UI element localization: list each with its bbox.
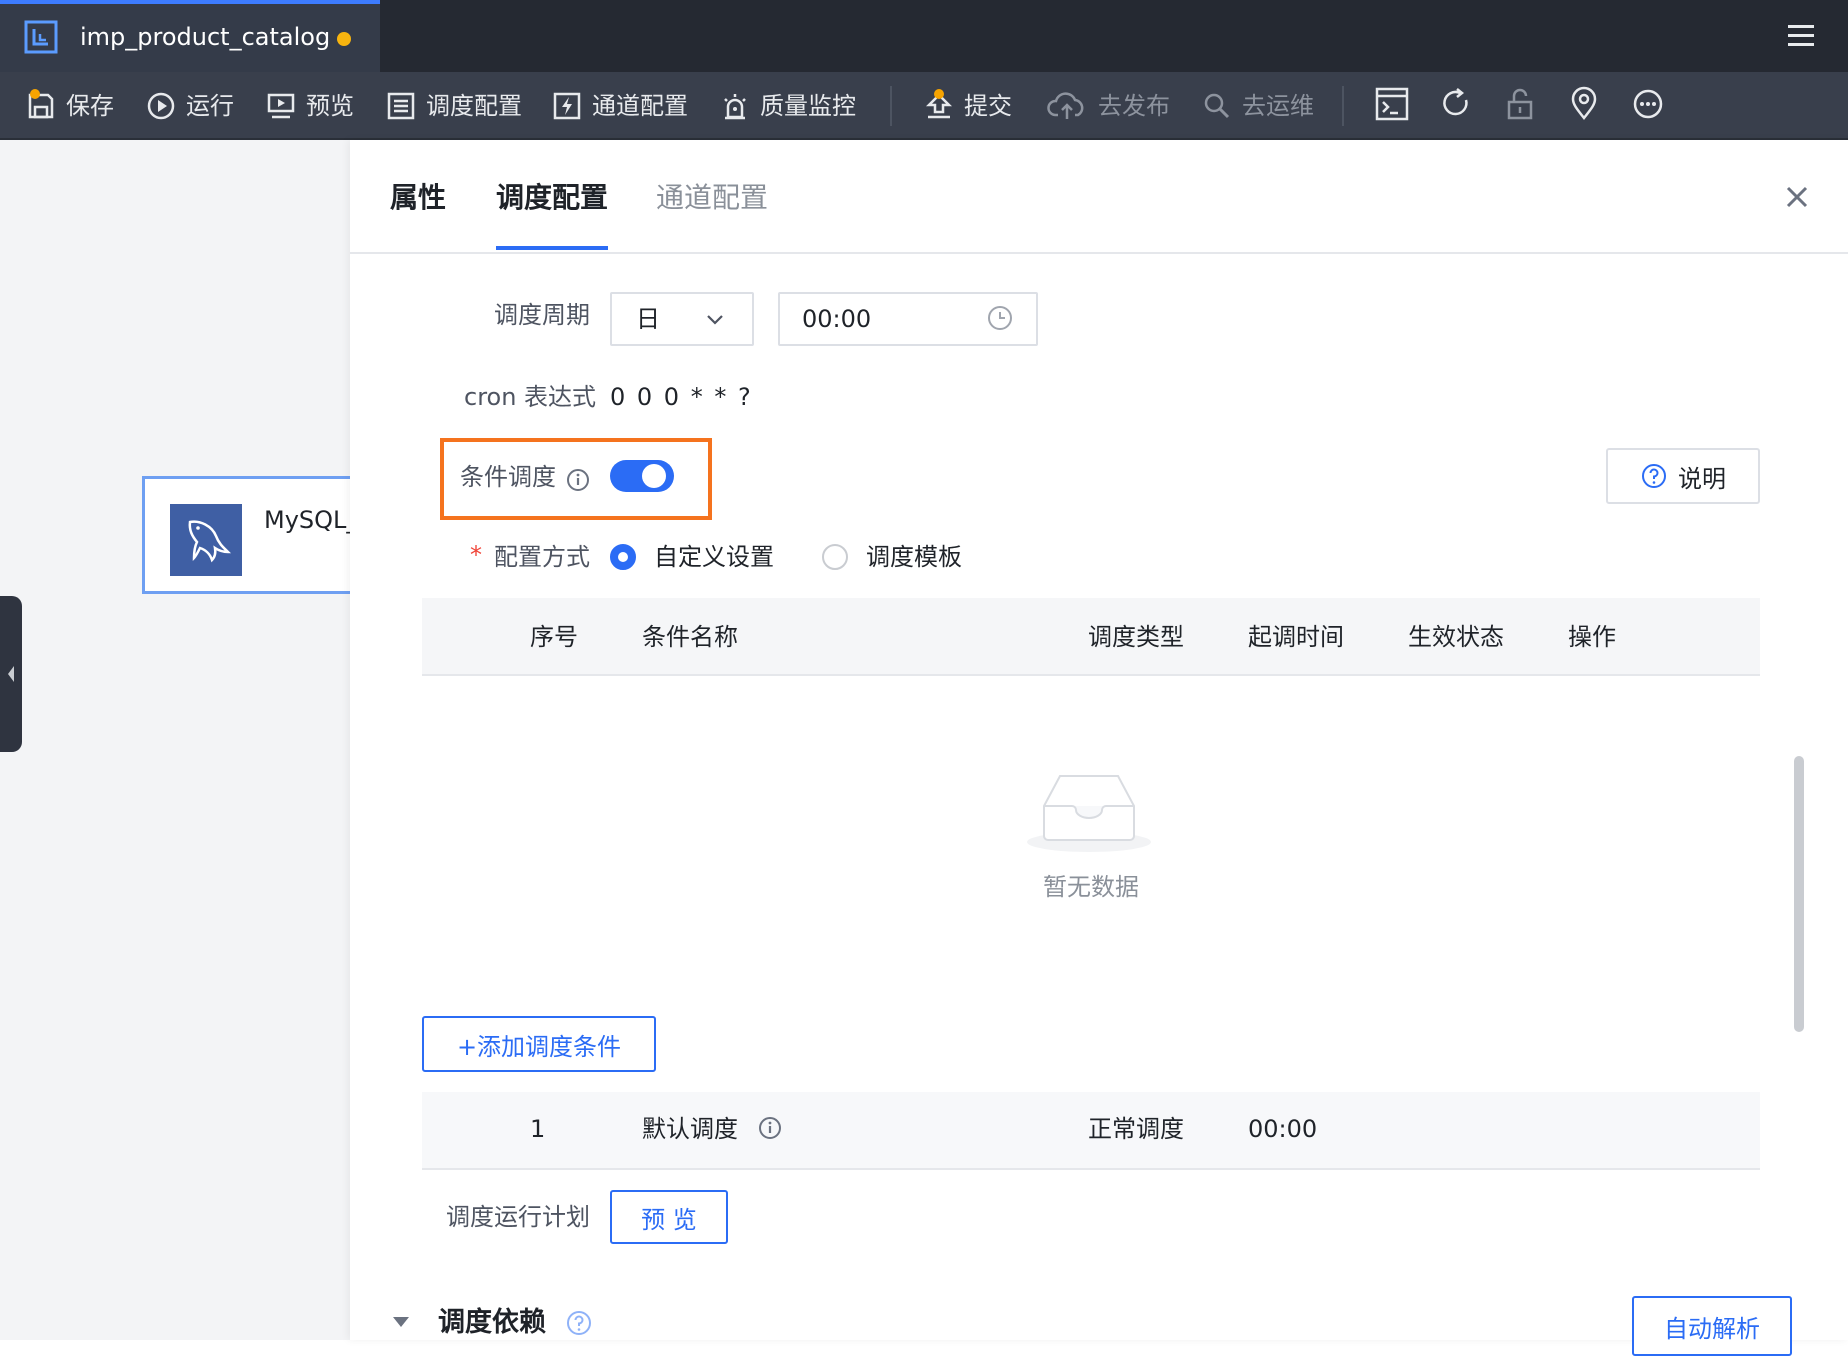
chevron-down-icon <box>704 308 726 330</box>
file-type-icon <box>24 20 58 54</box>
info-icon[interactable] <box>566 468 590 492</box>
preview-button[interactable]: 预览 <box>266 88 354 124</box>
channel-config-button[interactable]: 通道配置 <box>552 88 688 124</box>
search-settings-icon <box>1202 91 1232 121</box>
terminal-icon[interactable] <box>1374 86 1410 122</box>
toolbar-divider <box>1342 86 1344 126</box>
monitor-play-icon <box>266 91 296 121</box>
empty-state-text: 暂无数据 <box>1043 873 1139 901</box>
row-start-time: 00:00 <box>1248 1115 1318 1143</box>
node-label: MySQL_ <box>264 506 359 534</box>
column-header-schedule-type: 调度类型 <box>1088 623 1184 651</box>
toolbar-divider <box>890 86 892 126</box>
ops-button[interactable]: 去运维 <box>1202 88 1314 124</box>
play-icon <box>146 91 176 121</box>
schedule-period-value: 日 <box>636 305 660 333</box>
tabs-divider <box>350 252 1848 254</box>
run-button[interactable]: 运行 <box>146 88 234 124</box>
radio-schedule-template-label: 调度模板 <box>866 543 962 571</box>
active-tab-indicator <box>496 246 608 250</box>
list-settings-icon <box>386 91 416 121</box>
workflow-canvas[interactable] <box>0 140 350 1340</box>
row-index: 1 <box>530 1115 546 1143</box>
quality-monitor-button[interactable]: 质量监控 <box>720 88 856 124</box>
add-condition-button[interactable]: +添加调度条件 <box>422 1016 656 1072</box>
publish-button[interactable]: 去发布 <box>1046 88 1170 124</box>
info-icon[interactable] <box>758 1116 782 1140</box>
required-mark: * <box>470 541 482 569</box>
config-mode-label: 配置方式 <box>494 543 590 571</box>
hamburger-menu-icon[interactable] <box>1788 24 1816 48</box>
column-header-start-time: 起调时间 <box>1248 623 1344 651</box>
column-header-status: 生效状态 <box>1408 623 1504 651</box>
run-label: 运行 <box>186 92 234 120</box>
channel-config-label: 通道配置 <box>592 92 688 120</box>
schedule-period-label: 调度周期 <box>494 301 590 329</box>
file-name: imp_product_catalog <box>80 23 331 51</box>
cron-label: cron 表达式 <box>464 383 597 411</box>
submit-label: 提交 <box>964 92 1012 120</box>
radio-schedule-template[interactable] <box>822 544 848 570</box>
submit-button[interactable]: 提交 <box>924 88 1012 124</box>
schedule-config-label: 调度配置 <box>426 92 522 120</box>
ops-label: 去运维 <box>1242 92 1314 120</box>
scrollbar-thumb[interactable] <box>1794 756 1804 1032</box>
refresh-icon[interactable] <box>1438 86 1474 122</box>
caret-down-icon[interactable] <box>390 1314 412 1330</box>
save-button[interactable]: 保存 <box>26 88 114 124</box>
cloud-upload-icon <box>1046 91 1088 121</box>
save-icon <box>26 89 56 121</box>
upload-icon <box>924 89 954 121</box>
empty-inbox-icon <box>1024 770 1154 852</box>
schedule-time-value: 00:00 <box>802 305 872 333</box>
more-options-icon[interactable] <box>1630 86 1666 122</box>
help-button-label: 说明 <box>1678 464 1726 493</box>
auto-parse-button[interactable]: 自动解析 <box>1632 1296 1792 1356</box>
radio-custom-settings-label: 自定义设置 <box>654 543 774 571</box>
column-header-index: 序号 <box>530 623 578 651</box>
tab-properties[interactable]: 属性 <box>390 178 446 218</box>
close-icon[interactable] <box>1780 180 1814 214</box>
tab-schedule-config[interactable]: 调度配置 <box>496 178 608 218</box>
cron-value: 0 0 0 * * ? <box>610 383 753 411</box>
help-button[interactable]: 说明 <box>1606 448 1760 504</box>
publish-label: 去发布 <box>1098 92 1170 120</box>
run-plan-preview-button[interactable]: 预 览 <box>610 1190 728 1244</box>
clock-icon <box>986 304 1014 332</box>
tab-channel-config[interactable]: 通道配置 <box>656 178 768 218</box>
dependency-section-title: 调度依赖 <box>438 1307 546 1338</box>
question-circle-icon[interactable] <box>566 1310 592 1336</box>
radio-custom-settings[interactable] <box>610 544 636 570</box>
preview-label: 预览 <box>306 92 354 120</box>
row-schedule-type: 正常调度 <box>1088 1115 1184 1143</box>
panel-collapse-handle[interactable] <box>0 596 22 752</box>
schedule-period-select[interactable] <box>610 292 754 346</box>
quality-monitor-label: 质量监控 <box>760 92 856 120</box>
lock-icon[interactable] <box>1502 86 1538 122</box>
toggle-knob <box>642 464 666 488</box>
save-label: 保存 <box>66 92 114 120</box>
location-pin-icon[interactable] <box>1566 86 1602 122</box>
mysql-dolphin-icon <box>170 504 242 576</box>
alarm-icon <box>720 91 750 121</box>
column-header-condition-name: 条件名称 <box>642 623 738 651</box>
conditional-schedule-label: 条件调度 <box>460 463 556 491</box>
question-circle-icon <box>1640 462 1668 490</box>
schedule-config-button[interactable]: 调度配置 <box>386 88 522 124</box>
row-condition-name: 默认调度 <box>642 1115 738 1143</box>
run-plan-label: 调度运行计划 <box>446 1203 590 1231</box>
unsaved-indicator <box>337 32 351 46</box>
column-header-actions: 操作 <box>1568 623 1616 651</box>
lightning-box-icon <box>552 91 582 121</box>
